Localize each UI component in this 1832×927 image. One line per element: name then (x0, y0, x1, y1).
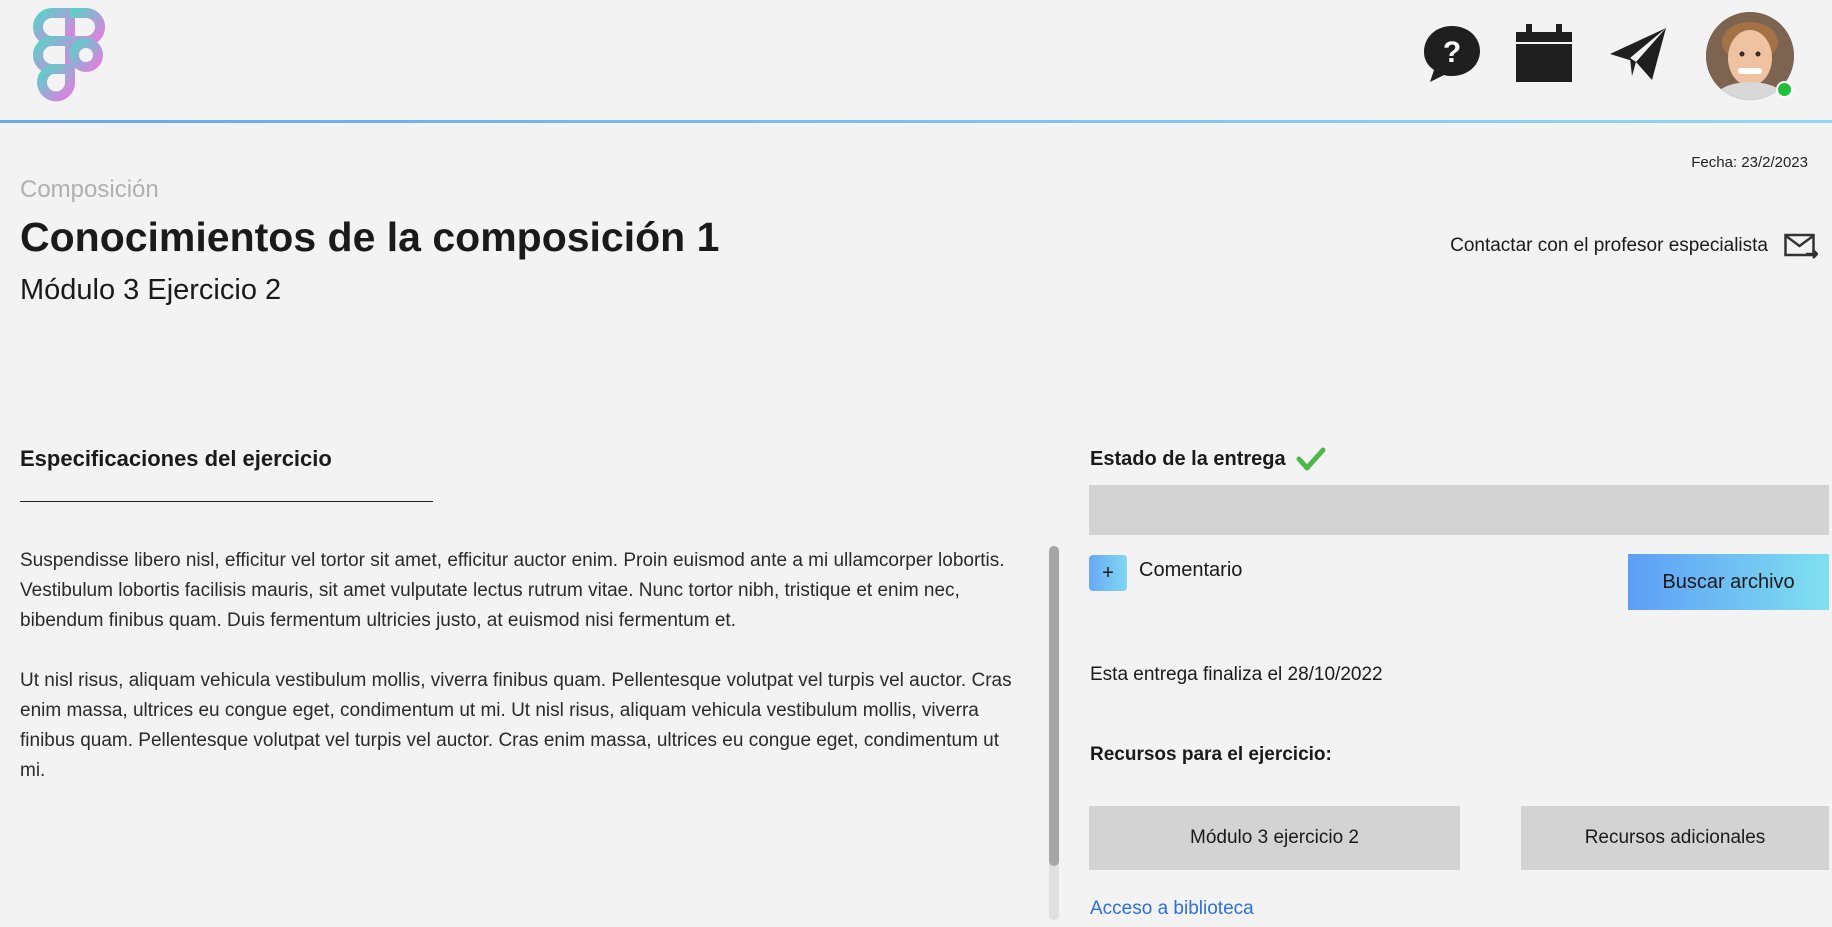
spec-paragraph: Ut nisl risus, aliquam vehicula vestibul… (20, 670, 1012, 781)
spec-section-title: Especificaciones del ejercicio (20, 446, 332, 471)
spec-body: Suspendisse libero nisl, efficitur vel t… (20, 546, 1020, 816)
browse-file-button[interactable]: Buscar archivo (1628, 554, 1829, 610)
delivery-status-label: Estado de la entrega (1090, 447, 1286, 470)
check-icon (1296, 447, 1326, 471)
add-comment-button[interactable]: + (1089, 555, 1127, 591)
paper-plane-icon[interactable] (1606, 22, 1670, 86)
mail-forward-icon (1784, 233, 1818, 259)
page-title: Conocimientos de la composición 1 (20, 214, 720, 260)
resources-title: Recursos para el ejercicio: (1090, 744, 1332, 765)
date-label: Fecha: 23/2/2023 (1691, 154, 1808, 171)
online-status-badge (1776, 81, 1793, 98)
breadcrumb-subject: Composición (20, 176, 159, 203)
delivery-status-title: Estado de la entrega (1090, 446, 1326, 472)
spec-scrollbar-thumb[interactable] (1049, 546, 1059, 866)
app-logo-icon[interactable] (30, 5, 110, 113)
contact-teacher-label: Contactar con el profesor especialista (1450, 235, 1768, 256)
delivery-upload-area[interactable] (1089, 485, 1829, 535)
spec-paragraph: Suspendisse libero nisl, efficitur vel t… (20, 550, 1005, 631)
resource-additional-button[interactable]: Recursos adicionales (1521, 806, 1829, 870)
deadline-text: Esta entrega finaliza el 28/10/2022 (1090, 664, 1383, 685)
page-subtitle: Módulo 3 Ejercicio 2 (20, 274, 282, 306)
svg-text:?: ? (1443, 36, 1461, 69)
header-divider (0, 120, 1832, 123)
comment-label[interactable]: Comentario (1139, 559, 1242, 582)
help-bubble-icon[interactable]: ? (1420, 22, 1484, 86)
library-link[interactable]: Acceso a biblioteca (1090, 898, 1254, 920)
spec-divider (20, 501, 433, 502)
top-header: ? (0, 0, 1832, 120)
contact-teacher-link[interactable]: Contactar con el profesor especialista (1450, 232, 1818, 260)
calendar-icon[interactable] (1512, 22, 1576, 86)
resource-module-button[interactable]: Módulo 3 ejercicio 2 (1089, 806, 1460, 870)
